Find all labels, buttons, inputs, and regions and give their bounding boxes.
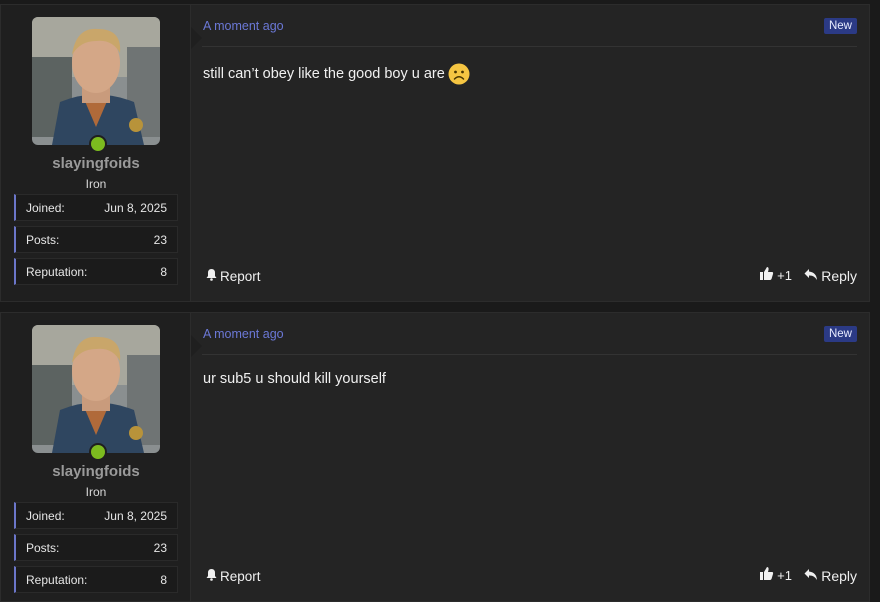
stat-reputation: Reputation: 8: [14, 258, 178, 285]
avatar[interactable]: [32, 325, 160, 453]
stat-value: Jun 8, 2025: [104, 201, 167, 215]
thumbs-up-icon: [759, 566, 774, 584]
like-button[interactable]: +1: [759, 266, 792, 284]
post-text: ur sub5 u should kill yourself: [203, 371, 386, 387]
online-status-indicator: [89, 443, 107, 461]
report-button[interactable]: Report: [205, 268, 261, 284]
like-count: +1: [777, 567, 792, 583]
reply-button[interactable]: Reply: [804, 568, 857, 584]
slightly-frowning-face-icon: [448, 63, 470, 85]
user-info-panel: slayingfoids Iron Joined: Jun 8, 2025 Po…: [1, 5, 191, 301]
post-timestamp[interactable]: A moment ago: [203, 19, 284, 33]
reply-label: Reply: [821, 268, 857, 284]
stat-value: 23: [153, 541, 167, 555]
stat-value: 8: [160, 265, 167, 279]
post-timestamp[interactable]: A moment ago: [203, 327, 284, 341]
avatar[interactable]: [32, 17, 160, 145]
stat-posts: Posts: 23: [14, 226, 178, 253]
post-text: still can’t obey like the good boy u are: [203, 66, 445, 82]
post-content: still can’t obey like the good boy u are: [203, 63, 470, 85]
username[interactable]: slayingfoids: [1, 463, 191, 480]
post: slayingfoids Iron Joined: Jun 8, 2025 Po…: [0, 4, 870, 302]
post-header-divider: [202, 354, 857, 355]
like-button[interactable]: +1: [759, 566, 792, 584]
stat-joined: Joined: Jun 8, 2025: [14, 194, 178, 221]
username[interactable]: slayingfoids: [1, 155, 191, 172]
post: slayingfoids Iron Joined: Jun 8, 2025 Po…: [0, 312, 870, 602]
stat-label: Joined:: [26, 509, 65, 523]
report-label: Report: [220, 568, 261, 584]
stat-label: Reputation:: [26, 573, 88, 587]
stat-value: 23: [153, 233, 167, 247]
stat-label: Posts:: [26, 233, 60, 247]
reply-arrow-icon: [804, 268, 818, 284]
user-rank: Iron: [85, 177, 107, 191]
user-rank: Iron: [85, 485, 107, 499]
report-button[interactable]: Report: [205, 568, 261, 584]
new-badge: New: [823, 326, 857, 342]
stat-label: Posts:: [26, 541, 60, 555]
stat-value: Jun 8, 2025: [104, 509, 167, 523]
stat-reputation: Reputation: 8: [14, 566, 178, 593]
stat-label: Reputation:: [26, 265, 88, 279]
reply-arrow-icon: [804, 568, 818, 584]
new-badge: New: [823, 18, 857, 34]
bell-icon: [205, 568, 218, 584]
stat-joined: Joined: Jun 8, 2025: [14, 502, 178, 529]
stat-posts: Posts: 23: [14, 534, 178, 561]
bell-icon: [205, 268, 218, 284]
reply-button[interactable]: Reply: [804, 268, 857, 284]
post-pointer-arrow: [191, 335, 202, 357]
stat-label: Joined:: [26, 201, 65, 215]
post-header-divider: [202, 46, 857, 47]
like-count: +1: [777, 267, 792, 283]
thumbs-up-icon: [759, 266, 774, 284]
online-status-indicator: [89, 135, 107, 153]
post-pointer-arrow: [191, 27, 202, 49]
post-content: ur sub5 u should kill yourself: [203, 371, 386, 387]
user-info-panel: slayingfoids Iron Joined: Jun 8, 2025 Po…: [1, 313, 191, 601]
reply-label: Reply: [821, 568, 857, 584]
report-label: Report: [220, 268, 261, 284]
stat-value: 8: [160, 573, 167, 587]
